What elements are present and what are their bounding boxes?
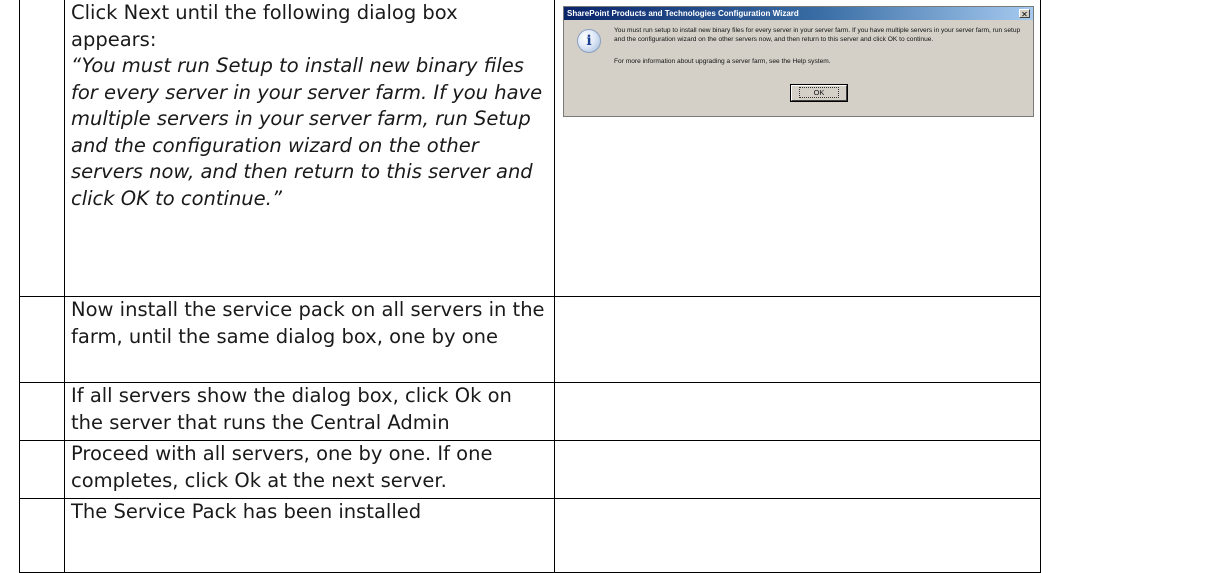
empty-cell: [554, 296, 1041, 383]
wizard-dialog: SharePoint Products and Technologies Con…: [563, 6, 1034, 117]
step-number-cell: [19, 0, 65, 297]
table-row: The Service Pack has been installed: [19, 498, 1041, 573]
information-icon: i: [577, 29, 601, 53]
table-row: If all servers show the dialog box, clic…: [19, 382, 1041, 441]
table-row: Now install the service pack on all serv…: [19, 296, 1041, 383]
dialog-quote: “You must run Setup to install new binar…: [71, 54, 543, 210]
step-text-cell: Now install the service pack on all serv…: [64, 296, 555, 383]
dialog-message: You must run setup to install new binary…: [614, 27, 1021, 43]
step-number-cell: [19, 498, 65, 573]
step-text-cell: Click Next until the following dialog bo…: [64, 0, 555, 297]
ok-button-label: OK: [798, 87, 840, 98]
step-text-cell: Proceed with all servers, one by one. If…: [64, 440, 555, 499]
ok-button[interactable]: OK: [790, 84, 848, 102]
dialog-more-info: For more information about upgrading a s…: [614, 58, 831, 65]
dialog-title-bar: SharePoint Products and Technologies Con…: [564, 7, 1033, 20]
dialog-title: SharePoint Products and Technologies Con…: [567, 9, 799, 18]
step-number-cell: [19, 440, 65, 499]
step-text-cell: The Service Pack has been installed: [64, 498, 555, 573]
table-row: Proceed with all servers, one by one. If…: [19, 440, 1041, 499]
step-instruction: Click Next until the following dialog bo…: [71, 1, 458, 51]
empty-cell: [554, 440, 1041, 499]
close-icon[interactable]: ✕: [1019, 9, 1030, 19]
empty-cell: [554, 498, 1041, 573]
screenshot-cell: SharePoint Products and Technologies Con…: [554, 0, 1041, 297]
step-number-cell: [19, 382, 65, 441]
empty-cell: [554, 382, 1041, 441]
step-number-cell: [19, 296, 65, 383]
table-row: Click Next until the following dialog bo…: [19, 0, 1041, 297]
steps-table: Click Next until the following dialog bo…: [19, 0, 1041, 573]
step-text-cell: If all servers show the dialog box, clic…: [64, 382, 555, 441]
